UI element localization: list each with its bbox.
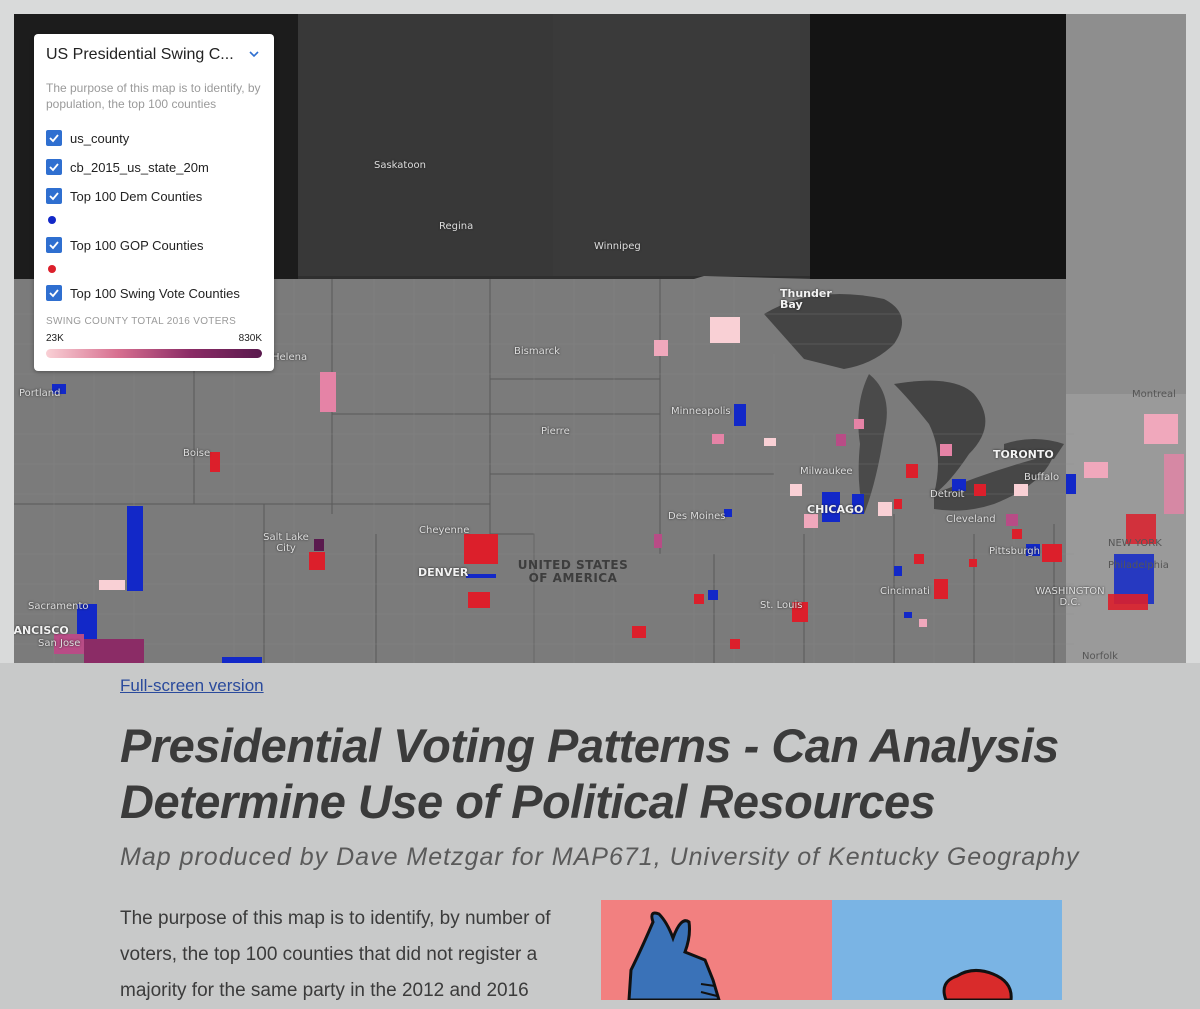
color-ramp-min: 23K xyxy=(46,333,64,344)
layer-label: Top 100 GOP Counties xyxy=(70,237,204,253)
map-frame: Saskatoon Regina Winnipeg Thunder Bay He… xyxy=(0,0,1200,663)
city-label: Helena xyxy=(272,352,308,363)
checkbox-checked-icon[interactable] xyxy=(46,285,62,301)
city-label: Pittsburgh xyxy=(989,546,1040,557)
city-label: Cheyenne xyxy=(419,525,470,536)
city-label: NEW YORK xyxy=(1108,538,1162,549)
city-label: WASHINGTON D.C. xyxy=(1035,586,1105,608)
city-label: Regina xyxy=(439,221,474,232)
party-mascots-image xyxy=(601,900,1062,1000)
chevron-down-icon[interactable] xyxy=(246,46,262,62)
city-label: Sacramento xyxy=(28,601,89,612)
city-label: DENVER xyxy=(418,566,469,579)
fullscreen-link[interactable]: Full-screen version xyxy=(120,676,264,696)
city-label: Pierre xyxy=(541,426,570,437)
body-paragraph: The purpose of this map is to identify, … xyxy=(120,908,551,1001)
city-label: Winnipeg xyxy=(594,241,641,252)
city-label: San Jose xyxy=(38,638,81,649)
city-label: Cleveland xyxy=(946,514,996,525)
legend-description: The purpose of this map is to identify, … xyxy=(46,81,261,111)
city-label: Buffalo xyxy=(1024,472,1060,483)
city-label: CHICAGO xyxy=(807,503,864,516)
color-ramp-title: SWING COUNTY TOTAL 2016 VOTERS xyxy=(46,316,237,327)
checkbox-checked-icon[interactable] xyxy=(46,188,62,204)
city-label: TORONTO xyxy=(993,448,1054,461)
layer-toggle-dem[interactable]: Top 100 Dem Counties xyxy=(46,187,202,205)
city-label: Des Moines xyxy=(668,511,726,522)
map-legend-panel[interactable]: US Presidential Swing C... The purpose o… xyxy=(34,34,274,371)
checkbox-checked-icon[interactable] xyxy=(46,130,62,146)
layer-label: cb_2015_us_state_20m xyxy=(70,159,209,175)
country-label: UNITED STATES OF AMERICA xyxy=(517,558,629,585)
city-label: Minneapolis xyxy=(671,406,731,417)
layer-label: Top 100 Swing Vote Counties xyxy=(70,285,240,301)
layer-toggle-states[interactable]: cb_2015_us_state_20m xyxy=(46,158,209,176)
city-label: Saskatoon xyxy=(374,160,426,171)
city-label: St. Louis xyxy=(760,600,803,611)
layer-toggle-gop[interactable]: Top 100 GOP Counties xyxy=(46,236,203,254)
city-label: Detroit xyxy=(930,489,965,500)
color-ramp-max: 830K xyxy=(238,333,262,344)
city-label: Thunder Bay xyxy=(780,287,832,311)
city-label: Cincinnati xyxy=(880,586,930,597)
city-label: Montreal xyxy=(1132,389,1176,400)
city-label: SAN FRANCISCO xyxy=(14,624,69,637)
city-label: Philadelphia xyxy=(1108,560,1169,571)
legend-title: US Presidential Swing C... xyxy=(46,46,234,63)
layer-label: Top 100 Dem Counties xyxy=(70,188,203,204)
city-label: Norfolk xyxy=(1082,651,1118,662)
color-ramp-bar xyxy=(46,349,262,358)
page-title: Presidential Voting Patterns - Can Analy… xyxy=(120,719,1059,828)
dem-swatch-icon xyxy=(48,216,56,224)
checkbox-checked-icon[interactable] xyxy=(46,237,62,253)
layer-toggle-swing[interactable]: Top 100 Swing Vote Counties xyxy=(46,284,240,302)
city-label: Boise xyxy=(183,448,211,459)
city-label: Portland xyxy=(19,388,61,399)
gop-swatch-icon xyxy=(48,265,56,273)
city-label: Milwaukee xyxy=(800,466,853,477)
city-label: Salt Lake City xyxy=(263,532,309,554)
checkbox-checked-icon[interactable] xyxy=(46,159,62,175)
layer-toggle-us-county[interactable]: us_county xyxy=(46,129,129,147)
city-label: Bismarck xyxy=(514,346,560,357)
layer-label: us_county xyxy=(70,130,130,146)
page-subtitle: Map produced by Dave Metzgar for MAP671,… xyxy=(120,843,1080,871)
